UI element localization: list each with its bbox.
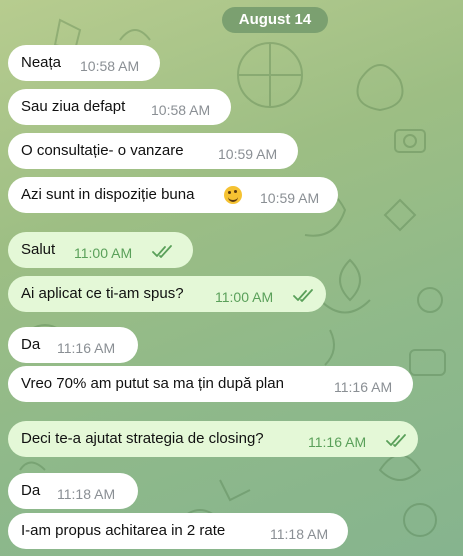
incoming-message[interactable]: O consultație- o vanzare 10:59 AM	[8, 133, 298, 169]
message-text: O consultație- o vanzare	[21, 142, 184, 159]
message-timestamp: 10:59 AM	[260, 190, 320, 206]
incoming-message[interactable]: Sau ziua defapt 10:58 AM	[8, 89, 231, 125]
message-text: Ai aplicat ce ti-am spus?	[21, 285, 184, 302]
message-timestamp: 11:18 AM	[270, 526, 329, 542]
incoming-message[interactable]: Azi sunt in dispoziție buna 10:59 AM	[8, 177, 338, 213]
incoming-message[interactable]: Vreo 70% am putut sa ma țin după plan 11:…	[8, 366, 413, 402]
incoming-message[interactable]: I-am propus achitarea in 2 rate 11:18 AM	[8, 513, 348, 549]
message-text: Sau ziua defapt	[21, 98, 126, 115]
message-text: Neața	[21, 54, 62, 71]
outgoing-message[interactable]: Ai aplicat ce ti-am spus? 11:00 AM	[8, 276, 326, 312]
message-timestamp: 11:18 AM	[57, 486, 116, 502]
message-timestamp: 11:00 AM	[74, 245, 133, 261]
message-timestamp: 11:16 AM	[308, 434, 367, 450]
message-text: Da	[21, 482, 41, 499]
message-text: Azi sunt in dispoziție buna	[21, 186, 195, 203]
incoming-message[interactable]: Neața 10:58 AM	[8, 45, 160, 81]
double-check-icon	[152, 245, 172, 258]
message-text: Salut	[21, 241, 56, 258]
outgoing-message[interactable]: Deci te-a ajutat strategia de closing? 11…	[8, 421, 418, 457]
incoming-message[interactable]: Da 11:18 AM	[8, 473, 138, 509]
outgoing-message[interactable]: Salut 11:00 AM	[8, 232, 193, 268]
message-text: Deci te-a ajutat strategia de closing?	[21, 430, 264, 447]
date-separator: August 14	[222, 7, 328, 33]
message-text: Vreo 70% am putut sa ma țin după plan	[21, 375, 284, 392]
message-timestamp: 11:16 AM	[334, 379, 393, 395]
incoming-message[interactable]: Da 11:16 AM	[8, 327, 138, 363]
rofl-face-icon	[224, 186, 242, 204]
message-text: I-am propus achitarea in 2 rate	[21, 522, 226, 539]
double-check-icon	[293, 289, 313, 302]
message-text: Da	[21, 336, 41, 353]
message-timestamp: 10:59 AM	[218, 146, 278, 162]
double-check-icon	[386, 434, 406, 447]
message-timestamp: 11:00 AM	[215, 289, 274, 305]
message-timestamp: 10:58 AM	[151, 102, 211, 118]
message-timestamp: 11:16 AM	[57, 340, 116, 356]
message-timestamp: 10:58 AM	[80, 58, 140, 74]
